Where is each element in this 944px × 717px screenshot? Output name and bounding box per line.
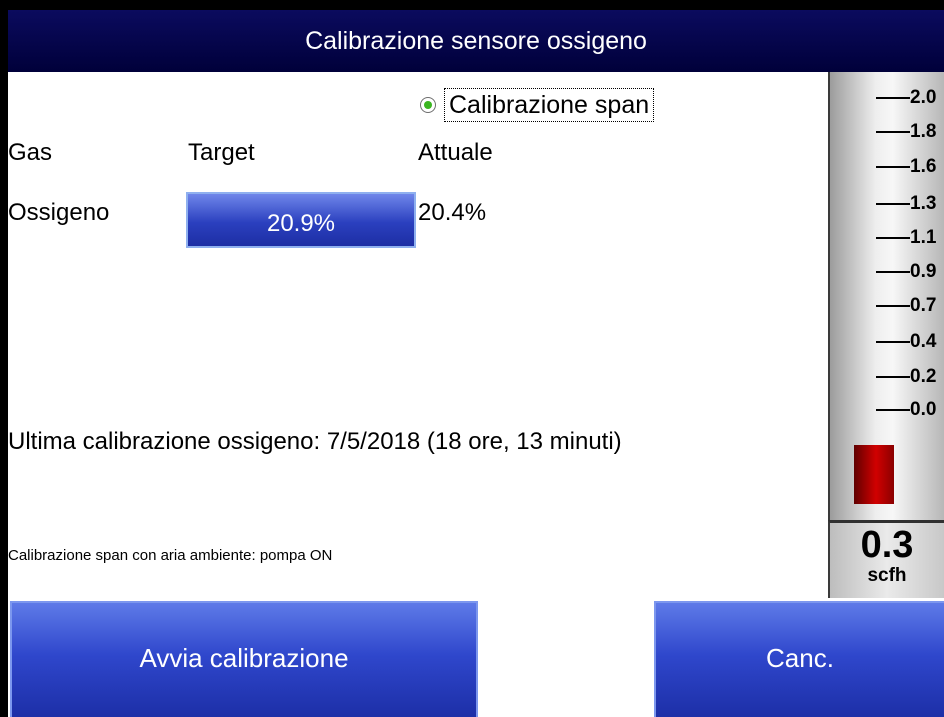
flow-tick-label: 0.4 — [910, 331, 937, 352]
radio-selected-dot — [424, 101, 432, 109]
header-actual: Attuale — [418, 139, 493, 166]
flow-tick-label: 2.0 — [910, 87, 937, 108]
flow-tick-label: 0.0 — [910, 399, 937, 420]
gas-name-oxygen: Ossigeno — [8, 199, 110, 226]
flow-tick: 0.4 — [876, 331, 936, 353]
flow-unit: scfh — [867, 565, 907, 586]
calibration-screen: Calibrazione sensore ossigeno Calibrazio… — [8, 10, 944, 717]
title-bar: Calibrazione sensore ossigeno — [8, 10, 944, 72]
target-value-button[interactable]: 20.9% — [186, 192, 416, 248]
flow-tick: 1.3 — [876, 193, 936, 215]
flow-tick-label: 1.6 — [910, 156, 937, 177]
cancel-button[interactable]: Canc. — [654, 601, 944, 717]
span-calibration-note: Calibrazione span con aria ambiente: pom… — [8, 547, 333, 564]
flow-tick: 0.7 — [876, 295, 936, 317]
radio-button-icon[interactable] — [420, 97, 436, 113]
window-title: Calibrazione sensore ossigeno — [305, 26, 647, 55]
start-calibration-button[interactable]: Avvia calibrazione — [10, 601, 478, 717]
flowmeter-gauge: 2.0 1.8 1.6 1.3 1.1 0.9 0.7 0.4 0.2 0.0 — [828, 72, 944, 597]
span-calibration-label[interactable]: Calibrazione span — [444, 88, 655, 122]
flow-tick-label: 1.3 — [910, 193, 937, 214]
header-gas: Gas — [8, 139, 53, 166]
span-calibration-radio[interactable]: Calibrazione span — [418, 87, 683, 123]
flow-tick-label: 0.7 — [910, 295, 937, 316]
flow-tick: 0.9 — [876, 261, 936, 283]
last-calibration-info: Ultima calibrazione ossigeno: 7/5/2018 (… — [8, 428, 622, 455]
flow-value: 0.3 — [860, 524, 914, 566]
flow-tick: 2.0 — [876, 87, 936, 109]
flow-tick: 1.6 — [876, 156, 936, 178]
target-value: 20.9% — [266, 210, 336, 237]
flow-tick: 1.1 — [876, 227, 936, 249]
flow-tick: 0.2 — [876, 366, 936, 388]
flow-level-bar — [854, 445, 894, 504]
flow-tick: 0.0 — [876, 399, 936, 421]
flow-tick-label: 0.9 — [910, 261, 937, 282]
header-target: Target — [188, 139, 255, 166]
flow-readout: 0.3 scfh — [828, 520, 944, 598]
cancel-label: Canc. — [766, 642, 834, 673]
flow-tick-label: 1.8 — [910, 121, 937, 142]
flow-tick-label: 0.2 — [910, 366, 937, 387]
flow-tick-label: 1.1 — [910, 227, 937, 248]
actual-value: 20.4% — [418, 199, 487, 226]
flow-tick: 1.8 — [876, 121, 936, 143]
start-calibration-label: Avvia calibrazione — [139, 642, 349, 673]
